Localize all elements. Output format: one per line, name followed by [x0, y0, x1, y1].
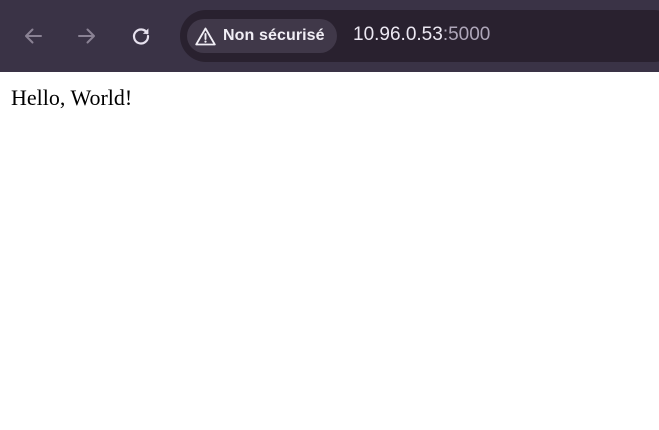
browser-toolbar: Non sécurisé 10.96.0.53:5000: [0, 0, 659, 72]
back-button[interactable]: [13, 16, 53, 56]
url-port: :5000: [442, 24, 491, 45]
page-content: Hello, World!: [0, 72, 659, 430]
reload-icon: [132, 28, 150, 45]
reload-button[interactable]: [121, 16, 161, 56]
arrow-right-icon: [78, 28, 95, 44]
security-chip-label: Non sécurisé: [223, 27, 325, 44]
address-bar[interactable]: Non sécurisé 10.96.0.53:5000: [180, 10, 659, 62]
security-chip[interactable]: Non sécurisé: [187, 19, 337, 53]
url-host: 10.96.0.53: [353, 24, 443, 45]
arrow-left-icon: [25, 28, 42, 44]
forward-button[interactable]: [67, 16, 107, 56]
page-text: Hello, World!: [11, 85, 133, 110]
url-text[interactable]: 10.96.0.53:5000: [353, 24, 490, 46]
warning-triangle-icon: [195, 27, 216, 45]
